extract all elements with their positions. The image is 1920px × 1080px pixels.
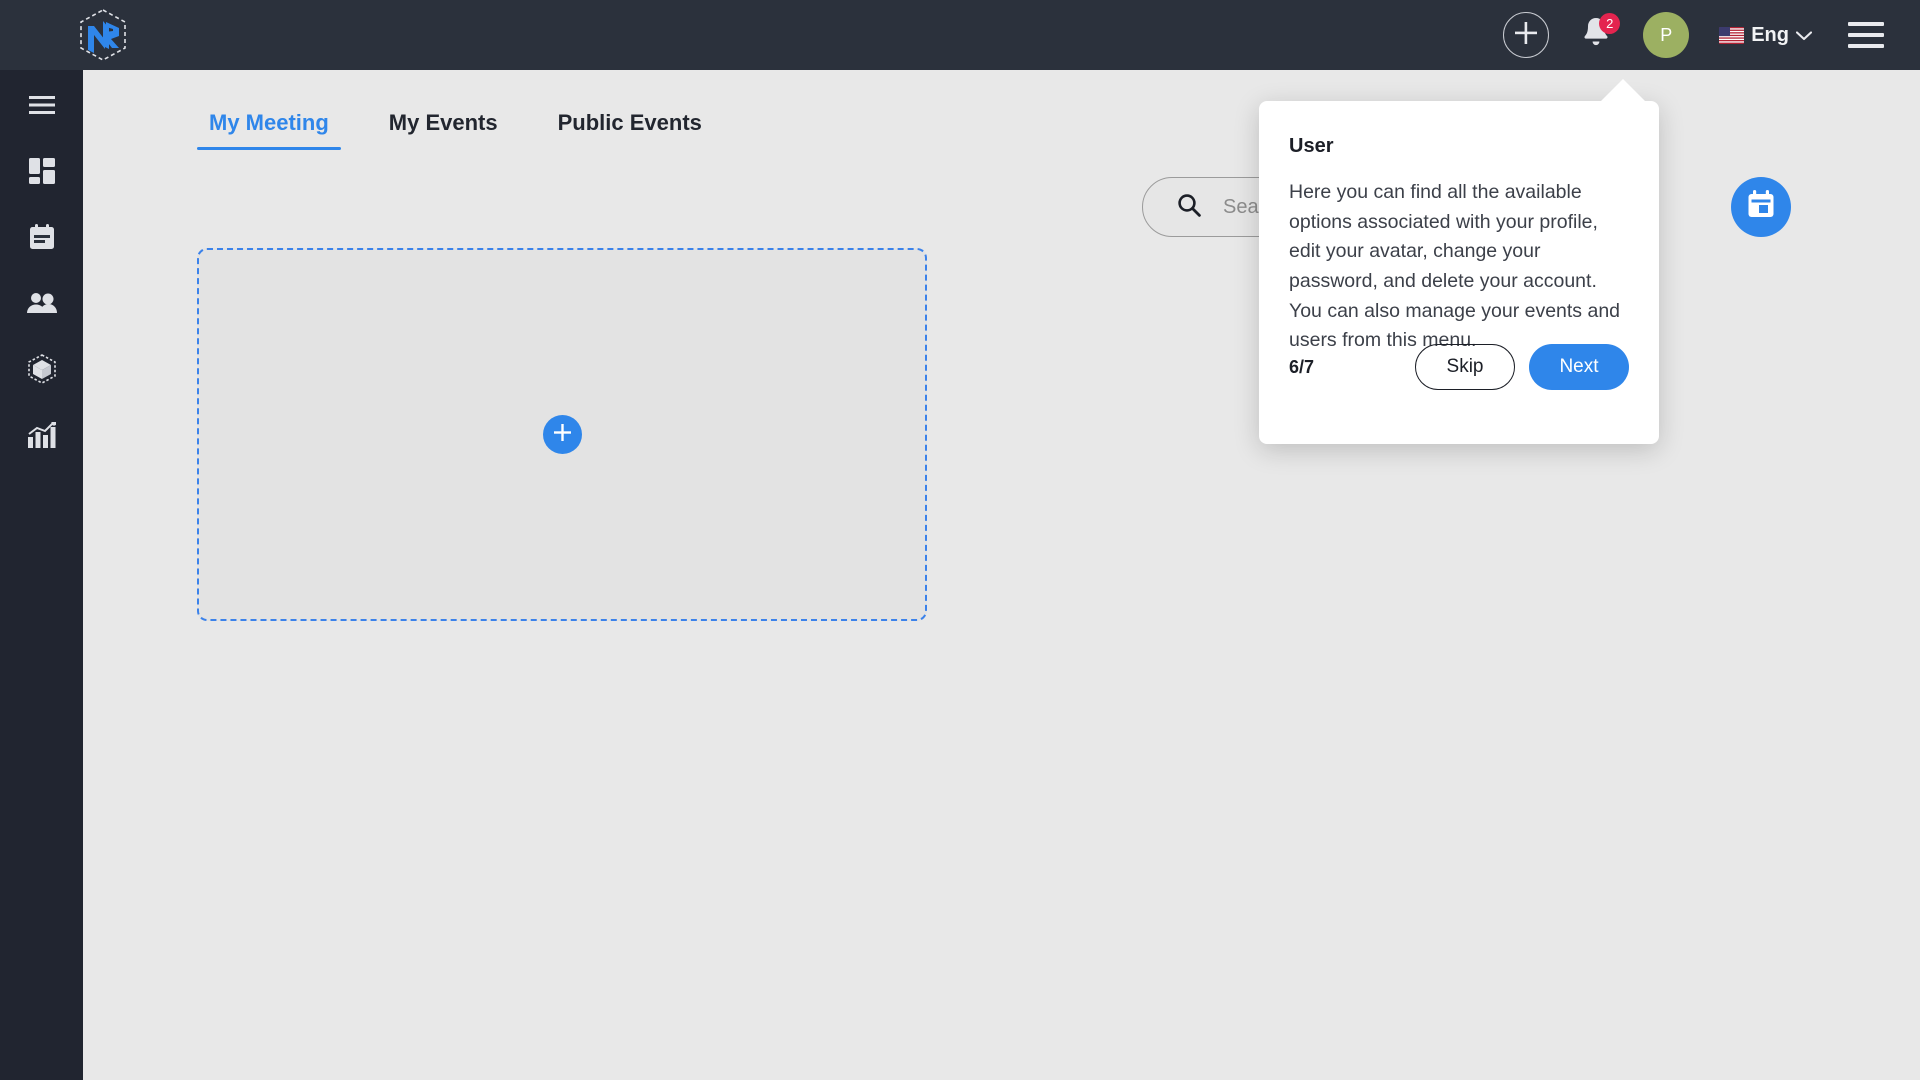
tab-bar: My Meeting My Events Public Events [197, 110, 714, 150]
language-selector[interactable]: Eng [1719, 23, 1813, 47]
language-label: Eng [1751, 23, 1789, 46]
app-root: 2 P Eng My Meeting My Events Public Even… [0, 0, 1920, 1080]
hamburger-icon [28, 95, 55, 115]
tab-label: My Events [388, 110, 498, 135]
hamburger-icon [1848, 33, 1884, 37]
tour-popover: User Here you can find all the available… [1259, 79, 1659, 444]
notifications-badge: 2 [1599, 13, 1621, 34]
left-sidebar [0, 0, 83, 1080]
sidebar-item-products[interactable] [0, 336, 83, 402]
next-button[interactable]: Next [1529, 344, 1629, 390]
tour-title: User [1289, 135, 1334, 157]
calendar-view-button[interactable] [1731, 177, 1791, 237]
us-flag-icon [1719, 26, 1745, 44]
logo-icon [80, 9, 126, 61]
tour-body: Here you can find all the available opti… [1289, 181, 1621, 352]
tab-label: Public Events [557, 110, 702, 135]
tour-arrow [1600, 79, 1646, 102]
sidebar-item-calendar[interactable] [0, 204, 83, 270]
tour-step-counter: 6/7 [1289, 356, 1315, 377]
sidebar-item-users[interactable] [0, 270, 83, 336]
calendar-icon [29, 223, 55, 251]
header-menu-button[interactable] [1848, 22, 1884, 48]
tab-my-meeting[interactable]: My Meeting [197, 110, 341, 150]
top-header: 2 P Eng [0, 0, 1920, 70]
header-actions: 2 P Eng [1503, 0, 1884, 70]
plus-icon [553, 423, 571, 446]
sidebar-item-dashboard[interactable] [0, 138, 83, 204]
sidebar-item-analytics[interactable] [0, 402, 83, 468]
plus-icon [1515, 21, 1538, 49]
search-icon [1177, 193, 1201, 222]
sidebar-item-menu-toggle[interactable] [0, 72, 83, 138]
notifications-button[interactable]: 2 [1579, 13, 1621, 54]
avatar[interactable]: P [1643, 12, 1690, 58]
dashboard-grid-icon [28, 158, 55, 184]
app-logo[interactable] [73, 6, 133, 64]
analytics-bar-chart-icon [27, 422, 56, 448]
hamburger-icon [1848, 44, 1884, 48]
tour-footer: 6/7 Skip Next [1289, 344, 1629, 390]
add-button[interactable] [1503, 12, 1550, 58]
meeting-dropzone-card[interactable] [197, 248, 927, 621]
calendar-icon [1747, 190, 1775, 224]
tab-label: My Meeting [209, 110, 329, 135]
chevron-down-icon [1795, 24, 1813, 47]
cube-icon [27, 354, 57, 384]
tab-public-events[interactable]: Public Events [546, 110, 714, 150]
avatar-initial: P [1660, 24, 1673, 45]
add-meeting-button[interactable] [542, 415, 582, 454]
tab-my-events[interactable]: My Events [377, 110, 510, 150]
users-icon [26, 292, 57, 314]
skip-button[interactable]: Skip [1415, 344, 1515, 390]
hamburger-icon [1848, 22, 1884, 26]
